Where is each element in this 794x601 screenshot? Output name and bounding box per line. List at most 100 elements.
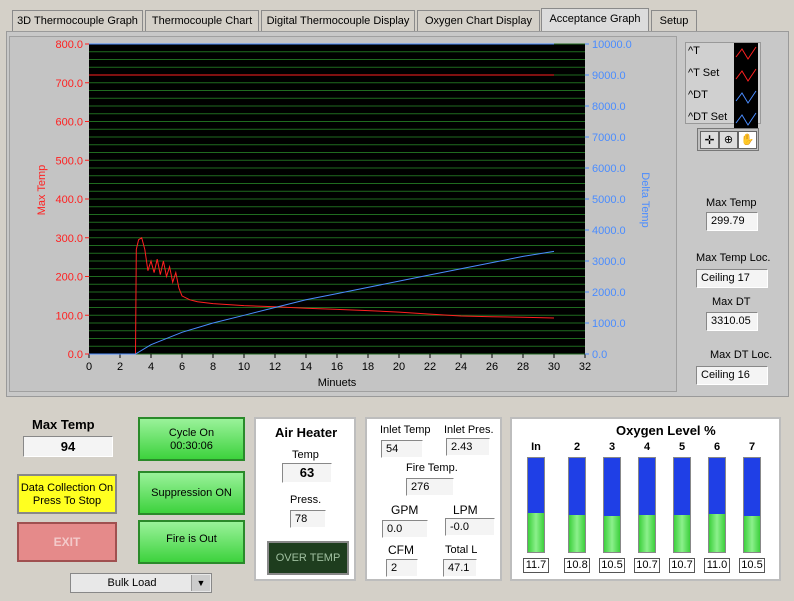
legend-label-dt-set: ^DT Set	[688, 111, 728, 123]
y-left-tick-label: 700.0	[55, 78, 83, 90]
bulk-load-value: Bulk Load	[107, 577, 157, 589]
graph-tools: ✛ ⊕ ✋	[697, 128, 759, 151]
y-right-tick-label: 9000.0	[592, 70, 626, 82]
air-heater-press: 78	[290, 510, 326, 528]
air-heater-title: Air Heater	[275, 425, 338, 440]
oxygen-column-label: 7	[748, 441, 756, 453]
suppression-button[interactable]: Suppression ON	[138, 471, 245, 515]
x-tick-label: 18	[362, 361, 374, 373]
total-l-label: Total L	[445, 544, 478, 556]
max-temp-loc-readout: Ceiling 17	[696, 269, 768, 288]
y-right-tick-label: 1000.0	[592, 318, 626, 330]
chevron-down-icon[interactable]: ▼	[191, 575, 210, 591]
inlet-temp-label: Inlet Temp	[380, 424, 431, 436]
x-tick-label: 22	[424, 361, 436, 373]
y-right-tick-label: 8000.0	[592, 101, 626, 113]
y-left-tick-label: 400.0	[55, 194, 83, 206]
data-collection-button[interactable]: Data Collection On Press To Stop	[17, 474, 117, 514]
inlet-temp: 54	[381, 440, 423, 458]
x-tick-label: 30	[548, 361, 560, 373]
gpm-label: GPM	[391, 503, 419, 517]
cycle-on-button[interactable]: Cycle On 00:30:06	[138, 417, 245, 461]
oxygen-level-bar	[673, 457, 691, 553]
oxygen-level-value: 11.0	[704, 558, 730, 573]
oxygen-column-label: In	[531, 441, 541, 453]
fire-temp-label: Fire Temp.	[406, 462, 458, 474]
max-dt-loc-label: Max DT Loc.	[710, 349, 773, 361]
y-right-tick-label: 5000.0	[592, 194, 626, 206]
air-heater-press-label: Press.	[290, 494, 322, 506]
air-heater-temp-label: Temp	[292, 449, 319, 461]
oxygen-column-label: 6	[713, 441, 721, 453]
grid-lines	[89, 43, 585, 355]
zoom-icon[interactable]: ⊕	[719, 131, 738, 149]
legend-swatches	[734, 43, 758, 131]
lpm: -0.0	[445, 518, 495, 536]
pan-hand-icon[interactable]: ✋	[738, 131, 757, 149]
cfm-label: CFM	[388, 543, 414, 557]
y-right-tick-label: 6000.0	[592, 163, 626, 175]
y-right-tick-label: 7000.0	[592, 132, 626, 144]
y-left-tick-label: 100.0	[55, 310, 83, 322]
max-temp-readout: 299.79	[706, 212, 758, 231]
x-tick-label: 26	[486, 361, 498, 373]
inlet-pres-label: Inlet Pres.	[444, 424, 494, 436]
oxygen-level-bar	[568, 457, 586, 553]
x-tick-label: 4	[148, 361, 154, 373]
y-right-tick-label: 0.0	[592, 349, 607, 361]
y-right-tick-label: 4000.0	[592, 225, 626, 237]
max-dt-readout: 3310.05	[706, 312, 758, 331]
legend-label-t: ^T	[688, 45, 700, 57]
crosshair-cursor-icon[interactable]: ✛	[700, 131, 719, 149]
oxygen-level-fill	[604, 516, 620, 552]
x-tick-label: 0	[86, 361, 92, 373]
acceptance-chart: 0 2 4 6 8 10 12 14 16 18 20 22 24 26 28 30 320.0100.0200…	[36, 39, 651, 389]
y-right-tick-label: 2000.0	[592, 287, 626, 299]
oxygen-level-fill	[709, 514, 725, 552]
fire-temp: 276	[406, 478, 454, 496]
max-temp-loc-label: Max Temp Loc.	[696, 252, 771, 264]
oxygen-level-bar	[603, 457, 621, 553]
air-heater-temp: 63	[282, 463, 332, 483]
oxygen-level-bar	[527, 457, 545, 553]
legend-label-t-set: ^T Set	[688, 67, 720, 79]
lpm-label: LPM	[453, 503, 478, 517]
x-tick-label: 24	[455, 361, 467, 373]
max-temp-display: 94	[23, 436, 113, 457]
max-temp-readout-label: Max Temp	[706, 197, 757, 209]
x-tick-label: 6	[179, 361, 185, 373]
fire-out-button[interactable]: Fire is Out	[138, 520, 245, 564]
total-l: 47.1	[443, 559, 477, 577]
exit-button[interactable]: EXIT	[17, 522, 117, 562]
oxygen-column-label: 2	[573, 441, 581, 453]
oxygen-level-bar	[743, 457, 761, 553]
x-axis-label: Minuets	[318, 377, 357, 389]
inlet-pres: 2.43	[446, 438, 490, 456]
oxygen-level-fill	[569, 515, 585, 552]
oxygen-level-value: 10.7	[669, 558, 695, 573]
max-dt-label: Max DT	[712, 296, 751, 308]
oxygen-level-value: 10.5	[599, 558, 625, 573]
y-axis-right-label: Delta Temp	[639, 172, 651, 227]
x-tick-label: 32	[579, 361, 591, 373]
y-left-tick-label: 500.0	[55, 155, 83, 167]
y-left-tick-label: 800.0	[55, 39, 83, 51]
y-right-tick-label: 3000.0	[592, 256, 626, 268]
x-tick-label: 16	[331, 361, 343, 373]
y-right-tick-label: 10000.0	[592, 39, 632, 51]
x-tick-label: 28	[517, 361, 529, 373]
x-tick-label: 10	[238, 361, 250, 373]
oxygen-title: Oxygen Level %	[616, 423, 716, 438]
over-temp-indicator: OVER TEMP	[267, 541, 349, 575]
oxygen-level-value: 11.7	[523, 558, 549, 573]
legend-label-dt: ^DT	[688, 89, 708, 101]
oxygen-level-fill	[674, 515, 690, 552]
y-left-tick-label: 200.0	[55, 272, 83, 284]
y-axis-left-label: Max Temp	[36, 165, 48, 216]
oxygen-level-bar	[708, 457, 726, 553]
oxygen-column-label: 3	[608, 441, 616, 453]
oxygen-level-bar	[638, 457, 656, 553]
oxygen-level-value: 10.5	[739, 558, 765, 573]
bulk-load-select[interactable]: Bulk Load ▼	[70, 573, 212, 593]
cfm: 2	[386, 559, 418, 577]
